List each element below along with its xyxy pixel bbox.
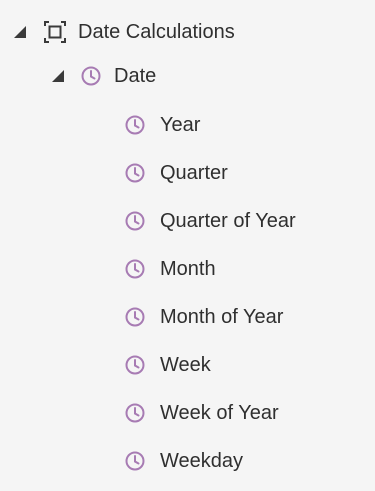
tree-node-date-calculations[interactable]: Date Calculations bbox=[14, 12, 235, 52]
expand-triangle-icon[interactable] bbox=[14, 26, 26, 38]
tree-leaf-weekday[interactable]: Weekday bbox=[124, 441, 243, 481]
clock-icon bbox=[124, 354, 146, 376]
tree-leaf-month[interactable]: Month bbox=[124, 249, 216, 289]
folder-bracket-icon bbox=[42, 19, 68, 45]
tree-leaf-label: Weekday bbox=[160, 449, 244, 472]
tree-panel: Date Calculations Date Year Quarter Quar… bbox=[0, 0, 375, 491]
tree-leaf-label: Year bbox=[160, 113, 201, 136]
tree-leaf-year[interactable]: Year bbox=[124, 105, 200, 145]
tree-leaf-month-of-year[interactable]: Month of Year bbox=[124, 297, 283, 337]
expand-triangle-icon[interactable] bbox=[52, 70, 64, 82]
tree-leaf-label: Month of Year bbox=[160, 305, 284, 328]
tree-leaf-label: Quarter bbox=[160, 161, 228, 184]
tree-leaf-quarter[interactable]: Quarter bbox=[124, 153, 228, 193]
tree-node-date[interactable]: Date bbox=[52, 56, 156, 96]
clock-icon bbox=[124, 210, 146, 232]
tree-node-label: Date bbox=[114, 64, 157, 87]
clock-icon bbox=[124, 306, 146, 328]
clock-icon bbox=[124, 162, 146, 184]
tree-leaf-label: Week of Year bbox=[160, 401, 279, 424]
tree-leaf-label: Week bbox=[160, 353, 211, 376]
tree-leaf-week-of-year[interactable]: Week of Year bbox=[124, 393, 279, 433]
clock-icon bbox=[124, 114, 146, 136]
clock-icon bbox=[124, 258, 146, 280]
clock-icon bbox=[80, 65, 102, 87]
clock-icon bbox=[124, 450, 146, 472]
clock-icon bbox=[124, 402, 146, 424]
tree-leaf-quarter-of-year[interactable]: Quarter of Year bbox=[124, 201, 296, 241]
tree-leaf-label: Month bbox=[160, 257, 216, 280]
tree-leaf-label: Quarter of Year bbox=[160, 209, 296, 232]
tree-leaf-week[interactable]: Week bbox=[124, 345, 211, 385]
tree-node-label: Date Calculations bbox=[78, 20, 235, 43]
